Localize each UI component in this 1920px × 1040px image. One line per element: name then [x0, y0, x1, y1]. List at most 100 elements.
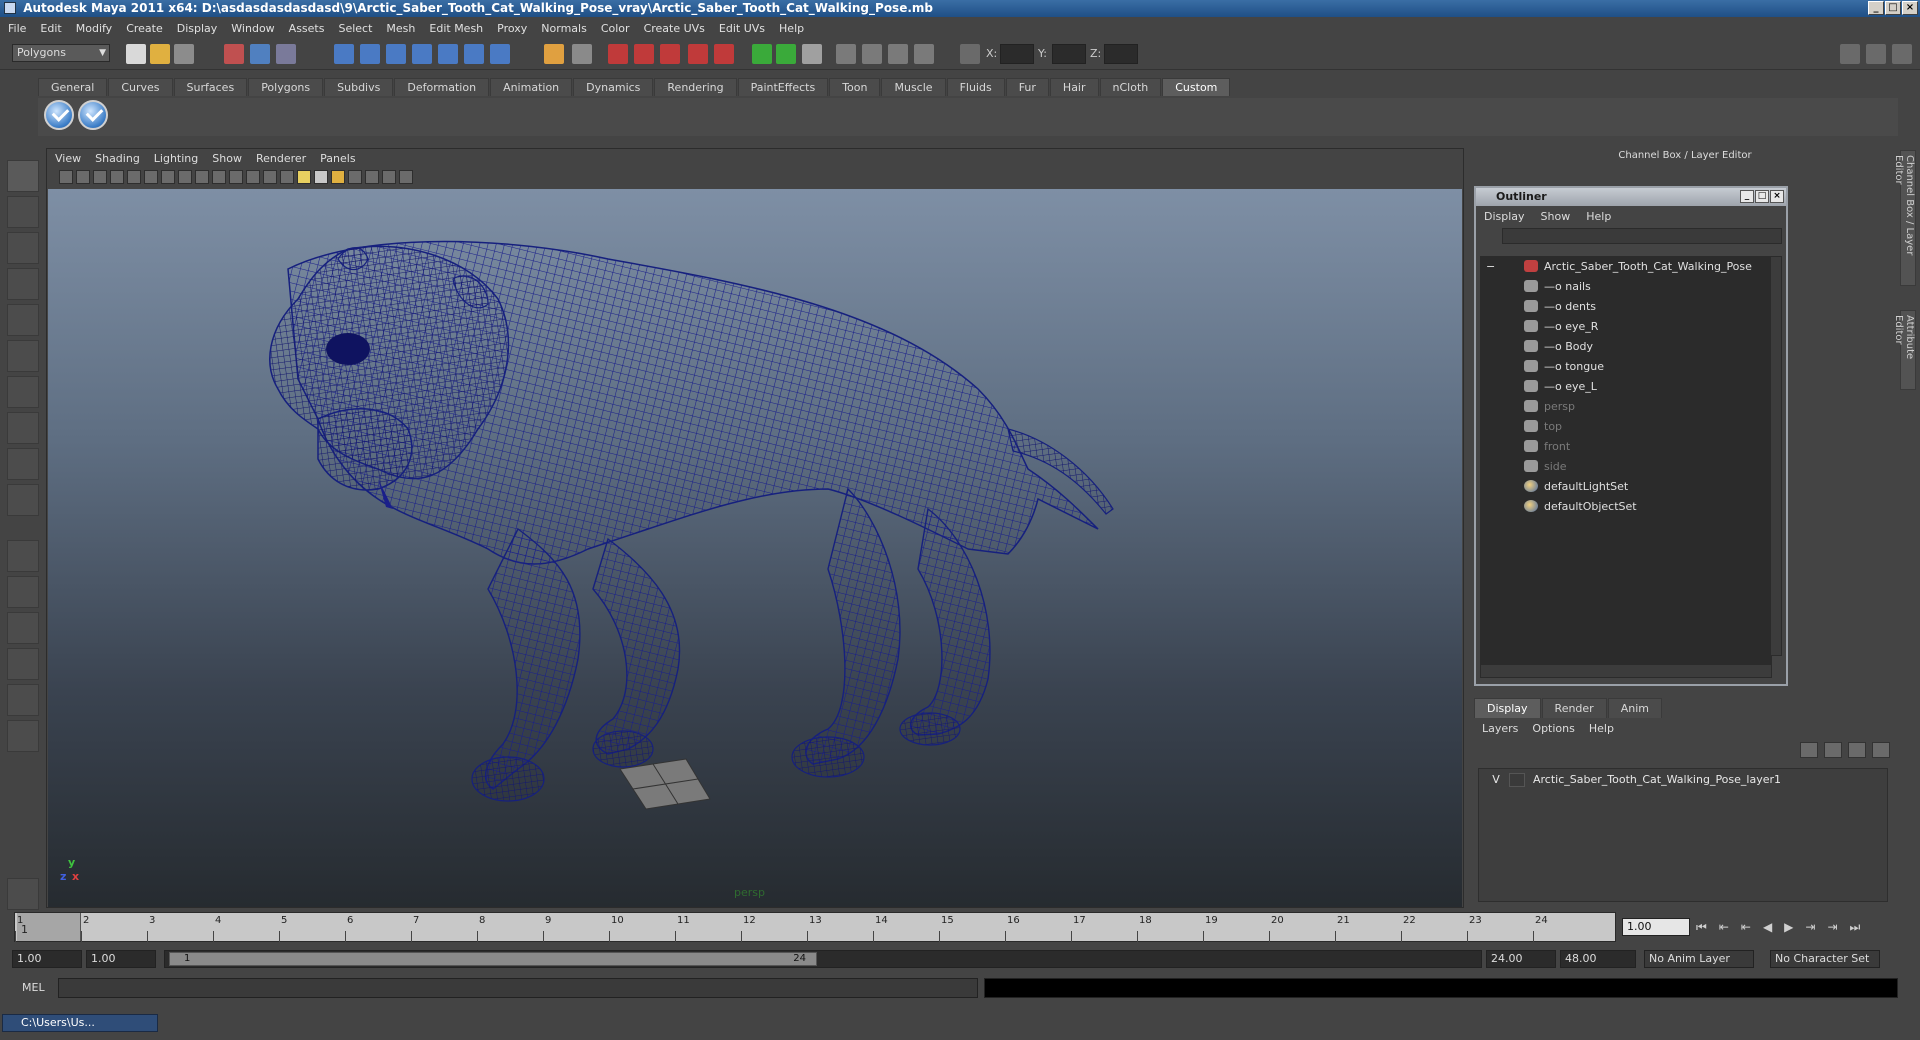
playback-start-field[interactable]: 1.00 — [86, 950, 156, 968]
open-scene-icon[interactable] — [150, 44, 170, 64]
snap-grid-icon[interactable] — [334, 44, 354, 64]
z-input[interactable] — [1104, 44, 1138, 64]
layer-row[interactable]: V Arctic_Saber_Tooth_Cat_Walking_Pose_la… — [1479, 771, 1887, 789]
grid-icon[interactable] — [110, 170, 124, 184]
collapse-toggle-icon[interactable]: − — [1486, 258, 1495, 276]
show-manipulator-icon[interactable] — [7, 448, 39, 480]
panel-menu-panels[interactable]: Panels — [320, 152, 355, 165]
shelf-tab-rendering[interactable]: Rendering — [654, 78, 737, 96]
outliner-menu-show[interactable]: Show — [1541, 210, 1571, 223]
film-gate-icon[interactable] — [127, 170, 141, 184]
layer-menu-help[interactable]: Help — [1589, 722, 1614, 735]
select-hierarchy-icon[interactable] — [224, 44, 244, 64]
outliner-menu-display[interactable]: Display — [1484, 210, 1525, 223]
tab-display[interactable]: Display — [1474, 698, 1541, 718]
minimize-icon[interactable]: _ — [1740, 190, 1754, 203]
go-to-start-icon[interactable]: ⏮ — [1696, 920, 1707, 935]
layer-visibility-toggle[interactable]: V — [1487, 771, 1505, 789]
all-lights-icon[interactable] — [314, 170, 328, 184]
single-perspective-layout-icon[interactable] — [7, 540, 39, 572]
magnet-icon[interactable] — [608, 44, 628, 64]
playback-end-field[interactable]: 24.00 — [1486, 950, 1556, 968]
layer-playback-toggle[interactable] — [1509, 773, 1525, 787]
viewport-canvas[interactable]: y z x persp — [48, 189, 1462, 907]
gate-mask-icon[interactable] — [161, 170, 175, 184]
snap-point-icon[interactable] — [386, 44, 406, 64]
maximize-icon[interactable]: □ — [1755, 190, 1769, 203]
outliner-item-top[interactable]: top — [1524, 418, 1562, 436]
shelf-tab-polygons[interactable]: Polygons — [248, 78, 324, 96]
menu-create-uvs[interactable]: Create UVs — [644, 22, 705, 35]
play-backward-icon[interactable]: ◀ — [1763, 920, 1772, 935]
outliner-item-eye-r[interactable]: —o eye_R — [1524, 318, 1598, 336]
outliner-item-dents[interactable]: —o dents — [1524, 298, 1596, 316]
save-scene-icon[interactable] — [174, 44, 194, 64]
ipr-render-icon[interactable] — [862, 44, 882, 64]
move-tool-icon[interactable] — [7, 268, 39, 300]
command-language-label[interactable]: MEL — [22, 981, 45, 994]
default-lighting-icon[interactable] — [297, 170, 311, 184]
panel-menu-shading[interactable]: Shading — [95, 152, 140, 165]
outliner-item-nails[interactable]: —o nails — [1524, 278, 1591, 296]
safe-action-icon[interactable] — [195, 170, 209, 184]
step-back-frame-icon[interactable]: ⇤ — [1741, 920, 1751, 935]
channel-box-toggle-icon[interactable] — [1892, 44, 1912, 64]
paint-select-tool-icon[interactable] — [7, 232, 39, 264]
xray-icon[interactable] — [365, 170, 379, 184]
menu-mesh[interactable]: Mesh — [386, 22, 415, 35]
new-scene-icon[interactable] — [126, 44, 146, 64]
shelf-tab-curves[interactable]: Curves — [108, 78, 173, 96]
panel-menu-view[interactable]: View — [55, 152, 81, 165]
attribute-editor-toggle-icon[interactable] — [1840, 44, 1860, 64]
menu-set-dropdown[interactable]: Polygons ▼ — [12, 44, 110, 62]
shelf-tab-fur[interactable]: Fur — [1005, 78, 1049, 96]
panel-menu-renderer[interactable]: Renderer — [256, 152, 306, 165]
range-handle[interactable]: 1 24 — [169, 952, 817, 966]
select-tool-icon[interactable] — [7, 160, 39, 192]
snap-plane-icon[interactable] — [412, 44, 432, 64]
close-icon[interactable]: × — [1770, 190, 1784, 203]
menu-select[interactable]: Select — [338, 22, 372, 35]
isolate-select-icon[interactable] — [348, 170, 362, 184]
hypershade-layout-icon[interactable] — [7, 684, 39, 716]
menu-color[interactable]: Color — [601, 22, 630, 35]
camera-attributes-icon[interactable] — [59, 170, 73, 184]
camera-bookmarks-icon[interactable] — [76, 170, 90, 184]
minimized-window-item[interactable]: C:\Users\Us... — [2, 1014, 158, 1032]
transform-field-icon[interactable] — [960, 44, 980, 64]
shelf-tab-dynamics[interactable]: Dynamics — [573, 78, 654, 96]
history-icon[interactable] — [572, 44, 592, 64]
lock-icon[interactable] — [544, 44, 564, 64]
outliner-item-root[interactable]: Arctic_Saber_Tooth_Cat_Walking_Pose — [1524, 258, 1752, 276]
outliner-horizontal-scrollbar[interactable] — [1480, 664, 1772, 678]
safe-title-icon[interactable] — [212, 170, 226, 184]
shelf-tab-subdivs[interactable]: Subdivs — [324, 78, 394, 96]
go-to-end-icon[interactable]: ⏭ — [1850, 920, 1861, 935]
shelf-tab-painteffects[interactable]: PaintEffects — [737, 78, 829, 96]
animation-end-field[interactable]: 48.00 — [1560, 950, 1636, 968]
select-component-icon[interactable] — [276, 44, 296, 64]
shelf-tab-fluids[interactable]: Fluids — [946, 78, 1005, 96]
resolution-gate-icon[interactable] — [144, 170, 158, 184]
snap-view-icon[interactable] — [660, 44, 680, 64]
shelf-tab-deformation[interactable]: Deformation — [394, 78, 490, 96]
menu-normals[interactable]: Normals — [541, 22, 587, 35]
tab-anim[interactable]: Anim — [1607, 698, 1662, 718]
select-object-icon[interactable] — [250, 44, 270, 64]
wireframe-icon[interactable] — [229, 170, 243, 184]
quick-layout-icon[interactable] — [7, 878, 39, 910]
backface-icon[interactable] — [399, 170, 413, 184]
menu-modify[interactable]: Modify — [76, 22, 112, 35]
render-frame-icon[interactable] — [836, 44, 856, 64]
render-settings-icon[interactable] — [888, 44, 908, 64]
layer-menu-options[interactable]: Options — [1532, 722, 1574, 735]
input-ops-icon[interactable] — [752, 44, 772, 64]
shelf-tab-muscle[interactable]: Muscle — [881, 78, 946, 96]
outliner-item-persp[interactable]: persp — [1524, 398, 1575, 416]
outliner-item-default-object-set[interactable]: defaultObjectSet — [1524, 498, 1637, 516]
snap-surface-icon[interactable] — [438, 44, 458, 64]
y-input[interactable] — [1052, 44, 1086, 64]
anim-layer-dropdown[interactable]: No Anim Layer — [1644, 950, 1754, 968]
outliner-item-tongue[interactable]: —o tongue — [1524, 358, 1604, 376]
time-slider-track[interactable]: 1 1 2 3 4 5 6 7 8 9 10 11 12 13 14 15 16 17 18 19 20 21 22 23 2… — [14, 912, 1616, 943]
